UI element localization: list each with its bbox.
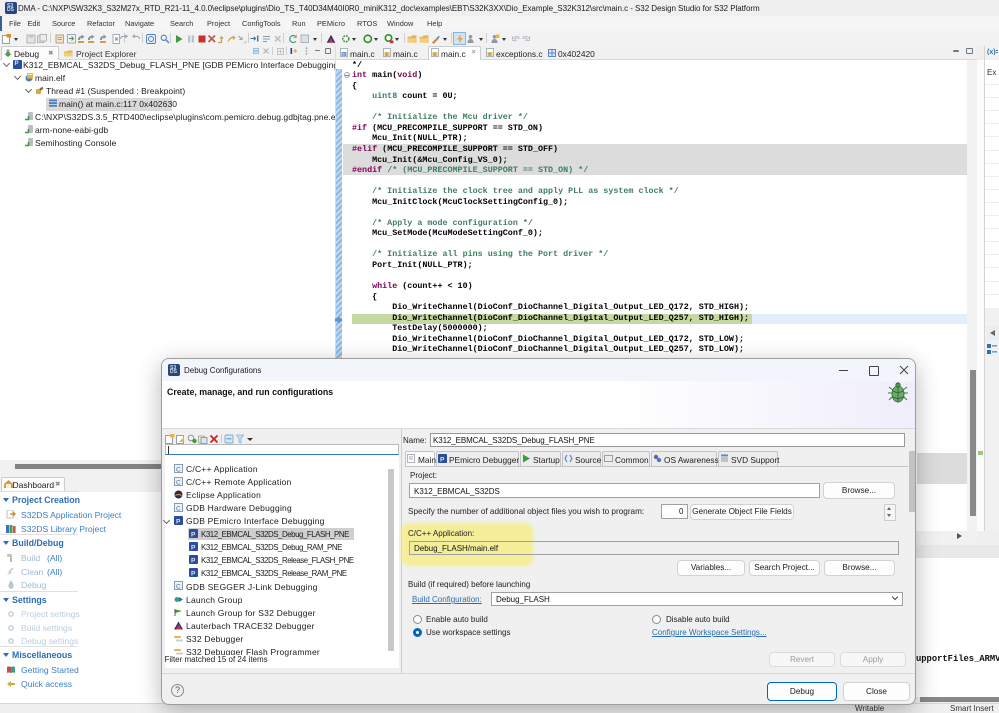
svg-text:C: C: [176, 505, 181, 512]
svg-text:P: P: [176, 518, 181, 525]
svg-text:P: P: [440, 456, 445, 463]
svg-text:.c: .c: [242, 40, 248, 44]
svg-text:P: P: [191, 558, 196, 565]
svg-text:C: C: [176, 466, 181, 473]
svg-text:P: P: [191, 544, 196, 551]
svg-text:C: C: [176, 584, 181, 591]
svg-text:C: C: [176, 479, 181, 486]
svg-text:P: P: [191, 571, 196, 578]
svg-text:(x)=: (x)=: [987, 49, 998, 55]
svg-text:P: P: [191, 531, 196, 538]
